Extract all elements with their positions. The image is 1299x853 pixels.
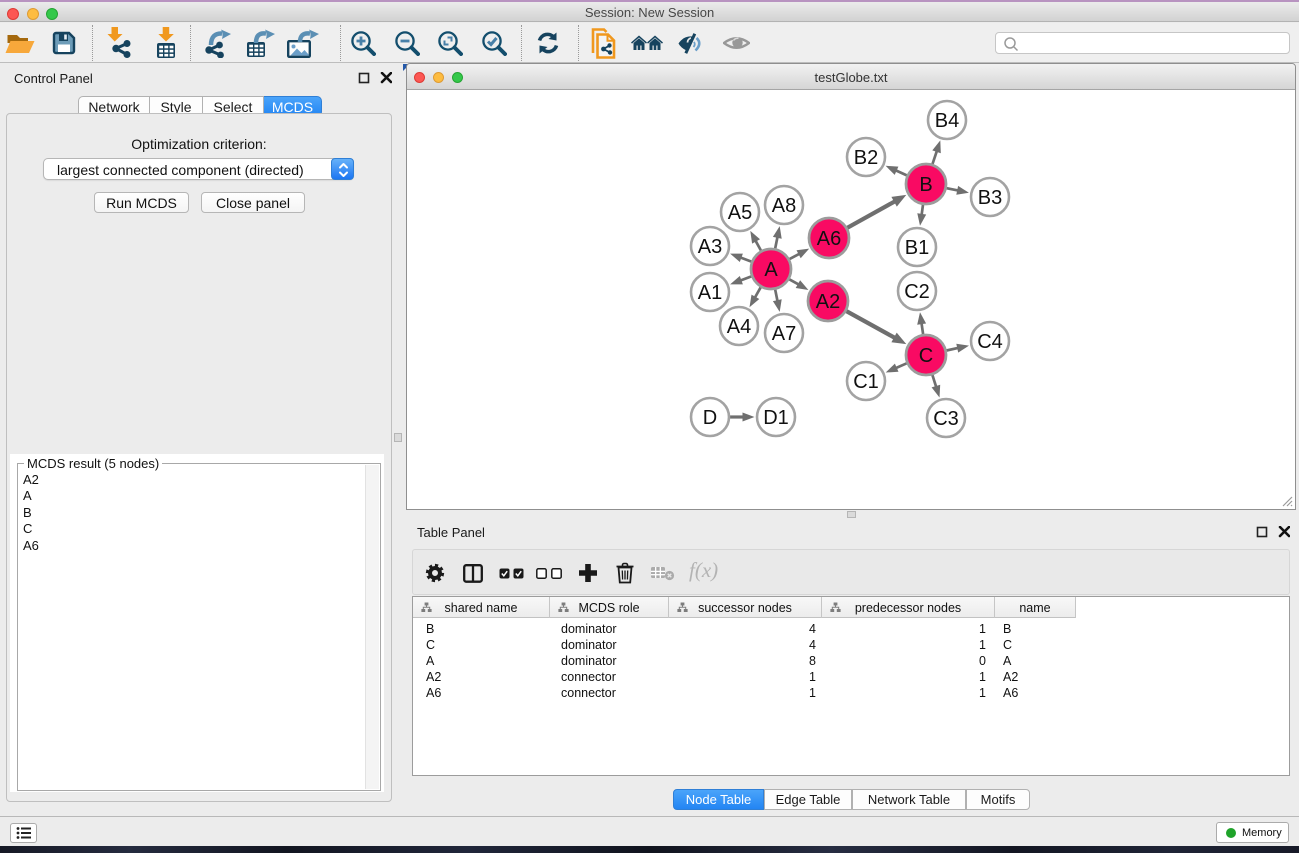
- svg-text:A6: A6: [817, 228, 841, 250]
- svg-text:D1: D1: [763, 407, 789, 429]
- svg-text:C4: C4: [977, 331, 1003, 353]
- svg-text:C: C: [919, 345, 933, 367]
- svg-text:C3: C3: [933, 408, 959, 430]
- svg-text:D: D: [703, 407, 717, 429]
- svg-text:B2: B2: [854, 147, 878, 169]
- svg-text:A5: A5: [728, 202, 752, 224]
- svg-text:A7: A7: [772, 323, 796, 345]
- svg-text:B4: B4: [935, 110, 959, 132]
- svg-text:A1: A1: [698, 282, 722, 304]
- svg-text:B3: B3: [978, 187, 1002, 209]
- svg-text:B1: B1: [905, 237, 929, 259]
- svg-text:A: A: [764, 259, 778, 281]
- svg-text:A4: A4: [727, 316, 751, 338]
- svg-text:B: B: [919, 174, 932, 196]
- svg-text:A3: A3: [698, 236, 722, 258]
- svg-text:A2: A2: [816, 291, 840, 313]
- svg-text:C2: C2: [904, 281, 930, 303]
- svg-text:C1: C1: [853, 371, 879, 393]
- svg-text:A8: A8: [772, 195, 796, 217]
